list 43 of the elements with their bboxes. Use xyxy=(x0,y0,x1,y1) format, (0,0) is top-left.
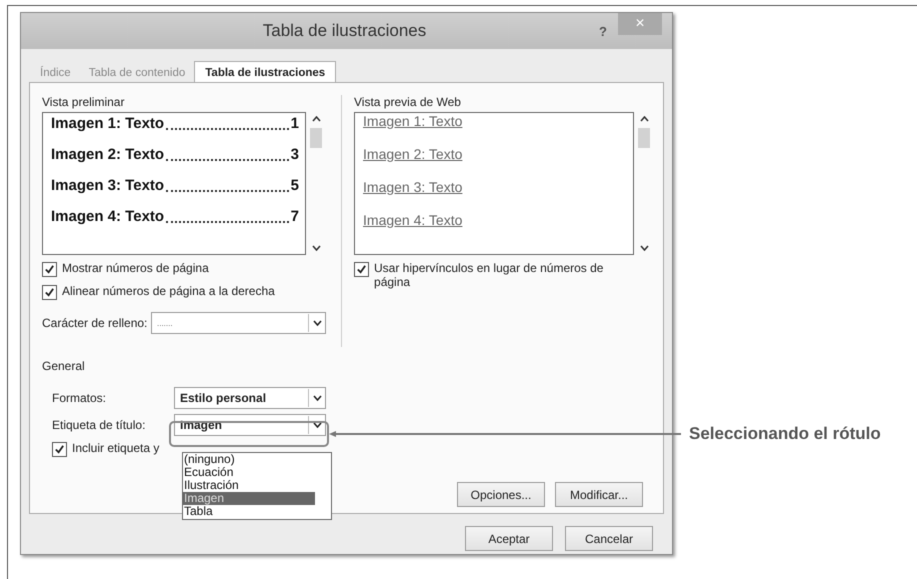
dialog-button[interactable]: Cancelar xyxy=(565,526,653,551)
scrollbar-thumb[interactable] xyxy=(638,128,650,148)
group-label: General xyxy=(42,359,85,373)
page-number: 1 xyxy=(290,115,299,132)
dropdown-option[interactable]: Ilustración xyxy=(183,479,315,492)
caption-entry: Imagen 3: Texto xyxy=(51,177,164,194)
dropdown-field[interactable]: ....... xyxy=(151,312,326,334)
page-number: 7 xyxy=(290,208,299,225)
page-number: 5 xyxy=(290,177,299,194)
checkbox[interactable] xyxy=(354,262,370,277)
scrollbar-thumb[interactable] xyxy=(310,128,322,148)
hyperlink-entry: Imagen 3: Texto xyxy=(363,179,464,195)
window-title: Tabla de ilustraciones xyxy=(262,21,428,41)
dropdown-option[interactable]: (ninguno) xyxy=(183,453,315,466)
hyperlink-entry: Imagen 2: Texto xyxy=(363,146,464,162)
checkbox-label: Mostrar números de página xyxy=(62,261,209,275)
dialog-button[interactable]: Opciones... xyxy=(457,482,545,507)
field-label: Etiqueta de título: xyxy=(52,418,146,432)
field-label: Carácter de relleno: xyxy=(42,316,148,330)
section-label: Vista preliminar xyxy=(42,95,126,109)
field-label: Formatos: xyxy=(52,391,106,405)
checkbox[interactable] xyxy=(42,285,57,300)
caption-entry: Imagen 4: Texto xyxy=(51,208,164,225)
page-number: 3 xyxy=(290,146,299,163)
checkbox-label: Incluir etiqueta y xyxy=(72,441,160,455)
dialog-button[interactable]: Modificar... xyxy=(555,482,643,507)
hyperlink-entry: Imagen 4: Texto xyxy=(363,212,464,228)
callout-text: Seleccionando el rótulo xyxy=(689,424,881,444)
checkbox-label: Alinear números de página a la derecha xyxy=(62,284,275,298)
checkbox[interactable] xyxy=(42,262,57,277)
dropdown-option[interactable]: Tabla xyxy=(183,505,315,518)
checkbox-label: Usar hipervínculos en lugar de números de página xyxy=(374,261,604,289)
dropdown-option[interactable]: Ecuación xyxy=(183,466,315,479)
caption-entry: Imagen 1: Texto xyxy=(51,115,164,132)
dialog-button[interactable]: Aceptar xyxy=(465,526,553,551)
help-button[interactable]: ? xyxy=(588,24,618,38)
hyperlink-entry: Imagen 1: Texto xyxy=(363,113,464,129)
dropdown-option[interactable]: Imagen xyxy=(183,492,315,505)
checkbox[interactable] xyxy=(52,442,67,457)
dropdown-field[interactable]: Estilo personal xyxy=(174,387,326,409)
section-label: Vista previa de Web xyxy=(354,95,462,109)
tab[interactable]: Tabla de ilustraciones xyxy=(194,61,336,83)
caption-entry: Imagen 2: Texto xyxy=(51,146,164,163)
